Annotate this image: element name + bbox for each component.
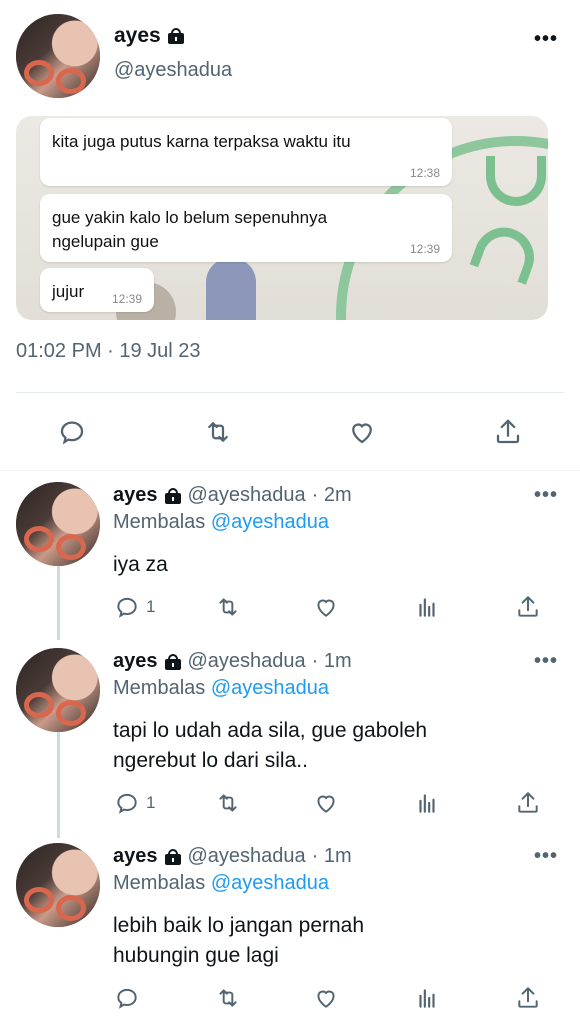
reply-text: tapi lo udah ada sila, gue gaboleh ngere… (113, 719, 428, 772)
like-icon[interactable] (313, 983, 339, 1013)
replying-prefix: Membalas (113, 511, 206, 533)
reply-button[interactable] (114, 983, 146, 1013)
replying-to: Membalas @ayeshadua (113, 677, 329, 700)
analytics-icon[interactable] (414, 983, 440, 1013)
analytics-icon[interactable] (414, 592, 440, 622)
analytics-icon[interactable] (414, 788, 440, 818)
replying-prefix: Membalas (113, 677, 206, 699)
chat-message: gue yakin kalo lo belum sepenuhnya ngelu… (52, 208, 328, 251)
display-name[interactable]: ayes (114, 24, 161, 48)
avatar-glasses-right (56, 534, 86, 560)
lock-icon (164, 487, 182, 504)
tweet-action-bar (0, 412, 580, 452)
reply-time[interactable]: · 2m (312, 484, 352, 507)
display-name[interactable]: ayes (113, 484, 158, 507)
more-horizontal-icon[interactable]: ••• (534, 650, 558, 673)
divider (16, 392, 564, 393)
reply-header: ayes @ayeshadua · 1m (113, 650, 352, 673)
reply-time[interactable]: · 1m (312, 845, 352, 868)
chat-bubble: gue yakin kalo lo belum sepenuhnya ngelu… (40, 194, 452, 262)
mention-link[interactable]: @ayeshadua (211, 872, 329, 894)
retweet-icon[interactable] (214, 592, 242, 622)
reply-header: ayes @ayeshadua · 1m (113, 845, 352, 868)
avatar-glasses-left (24, 887, 54, 913)
reply-tweet[interactable]: ayes @ayeshadua · 2m ••• Membalas @ayesh… (0, 482, 580, 632)
mention-link[interactable]: @ayeshadua (211, 677, 329, 699)
avatar-glasses-right (56, 68, 86, 94)
main-tweet: ayes @ayeshadua ••• kita juga putus karn… (0, 0, 580, 470)
author-handle[interactable]: @ayeshadua (114, 59, 232, 82)
author-name-row: ayes (114, 24, 185, 48)
reply-icon (117, 988, 137, 1009)
chat-time: 12:39 (409, 242, 440, 256)
lock-icon (164, 848, 182, 865)
retweet-icon[interactable] (214, 983, 242, 1013)
share-icon[interactable] (515, 788, 541, 818)
share-icon[interactable] (515, 983, 541, 1013)
reply-header: ayes @ayeshadua · 2m (113, 484, 352, 507)
chat-time: 12:39 (111, 292, 142, 306)
reply-icon (117, 597, 137, 618)
share-icon[interactable] (515, 592, 541, 622)
avatar-glasses-right (56, 895, 86, 921)
reply-action-bar: 1 (0, 592, 580, 622)
replying-prefix: Membalas (113, 872, 206, 894)
replying-to: Membalas @ayeshadua (113, 872, 329, 895)
chat-bubble: kita juga putus karna terpaksa waktu itu… (40, 118, 452, 186)
chat-bubble: jujur 12:39 (40, 268, 154, 312)
more-horizontal-icon[interactable]: ••• (534, 845, 558, 868)
share-icon[interactable] (488, 412, 528, 452)
reply-text: lebih baik lo jangan pernah hubungin gue… (113, 914, 365, 967)
author-handle[interactable]: @ayeshadua (188, 845, 306, 868)
avatar[interactable] (16, 843, 100, 927)
reply-count: 1 (146, 597, 156, 616)
reply-button[interactable]: 1 (114, 788, 155, 818)
avatar[interactable] (16, 648, 100, 732)
retweet-icon[interactable] (198, 412, 238, 452)
reply-tweet[interactable]: ayes @ayeshadua · 1m ••• Membalas @ayesh… (0, 843, 580, 1024)
like-icon[interactable] (313, 788, 339, 818)
chat-message: jujur (52, 282, 85, 301)
tweet-timestamp[interactable]: 01:02 PM · 19 Jul 23 (16, 340, 201, 363)
reply-time[interactable]: · 1m (312, 650, 352, 673)
author-handle[interactable]: @ayeshadua (188, 484, 306, 507)
avatar-glasses-left (24, 692, 54, 718)
like-icon[interactable] (342, 412, 382, 452)
reply-count: 1 (146, 793, 156, 812)
wallpaper-character (206, 258, 256, 320)
avatar[interactable] (16, 482, 100, 566)
section-divider (0, 470, 580, 471)
reply-button[interactable]: 1 (114, 592, 155, 622)
like-icon[interactable] (313, 592, 339, 622)
lock-icon (164, 653, 182, 670)
avatar[interactable] (16, 14, 100, 98)
reply-icon[interactable] (52, 412, 92, 452)
display-name[interactable]: ayes (113, 845, 158, 868)
mention-link[interactable]: @ayeshadua (211, 511, 329, 533)
display-name[interactable]: ayes (113, 650, 158, 673)
avatar-glasses-right (56, 700, 86, 726)
lock-icon (167, 28, 185, 44)
chat-message: kita juga putus karna terpaksa waktu itu (52, 132, 351, 151)
more-horizontal-icon[interactable]: ••• (534, 484, 558, 507)
chat-time: 12:38 (409, 166, 440, 180)
reply-action-bar (0, 983, 580, 1013)
reply-action-bar: 1 (0, 788, 580, 818)
replying-to: Membalas @ayeshadua (113, 511, 329, 534)
author-handle[interactable]: @ayeshadua (188, 650, 306, 673)
reply-text: iya za (113, 553, 168, 576)
avatar-glasses-left (24, 60, 54, 86)
avatar-glasses-left (24, 526, 54, 552)
tweet-media-image[interactable]: kita juga putus karna terpaksa waktu itu… (16, 116, 548, 320)
more-horizontal-icon[interactable]: ••• (534, 28, 558, 51)
retweet-icon[interactable] (214, 788, 242, 818)
reply-icon (117, 793, 137, 814)
reply-tweet[interactable]: ayes @ayeshadua · 1m ••• Membalas @ayesh… (0, 648, 580, 828)
